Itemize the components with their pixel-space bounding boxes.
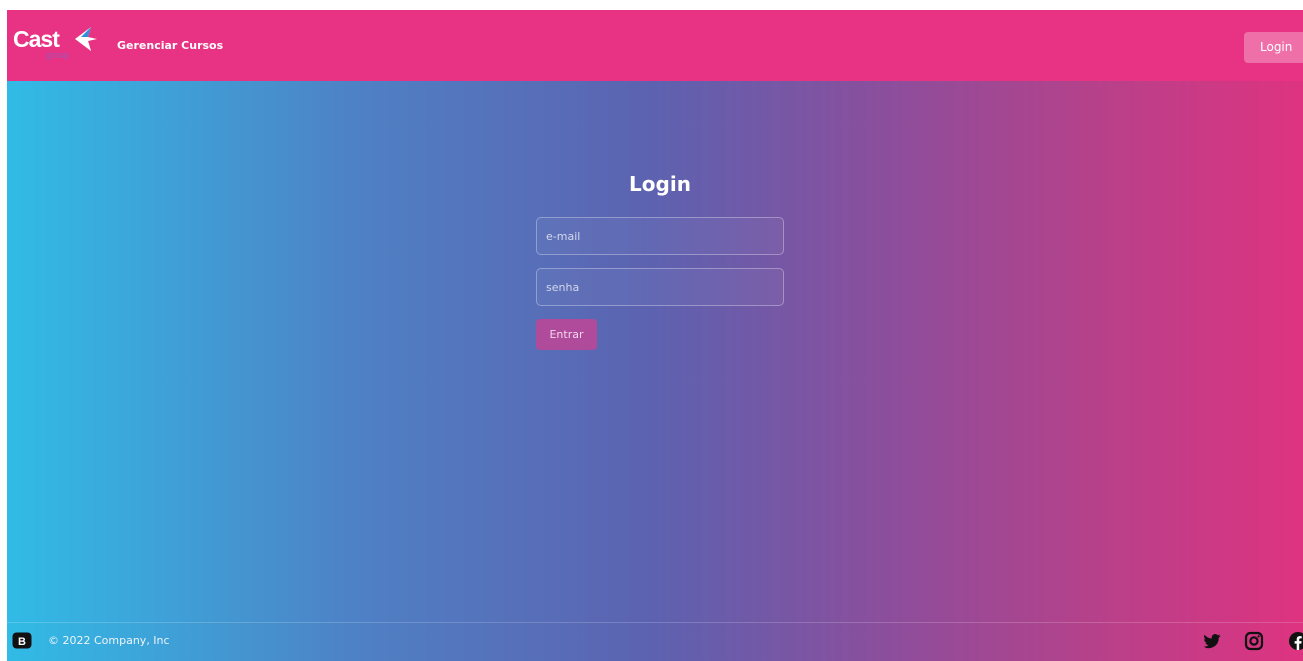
footer-divider	[7, 622, 1303, 623]
email-field[interactable]	[536, 217, 784, 255]
facebook-icon[interactable]	[1288, 631, 1303, 651]
twitter-icon[interactable]	[1202, 631, 1222, 651]
brand-logo[interactable]: Cast group	[13, 26, 99, 74]
instagram-icon[interactable]	[1244, 631, 1264, 651]
bootstrap-logo-icon[interactable]: B	[12, 632, 32, 649]
nav-gerenciar-cursos[interactable]: Gerenciar Cursos	[117, 39, 223, 53]
login-section: Login Entrar B © 2022 Company, Inc	[7, 81, 1303, 661]
page-title: Login	[629, 172, 691, 197]
brand-name: Cast	[13, 26, 60, 52]
brand-chevron-icon	[75, 27, 97, 51]
password-field[interactable]	[536, 268, 784, 306]
page: Cast group Gerenciar Cursos Login Login …	[7, 10, 1303, 661]
brand-subtitle: group	[46, 50, 70, 60]
submit-button[interactable]: Entrar	[536, 319, 597, 350]
navbar: Cast group Gerenciar Cursos Login	[7, 10, 1303, 81]
footer-copyright: © 2022 Company, Inc	[48, 634, 170, 647]
bootstrap-logo-letter: B	[18, 636, 26, 648]
navbar-login-button[interactable]: Login	[1244, 32, 1303, 63]
